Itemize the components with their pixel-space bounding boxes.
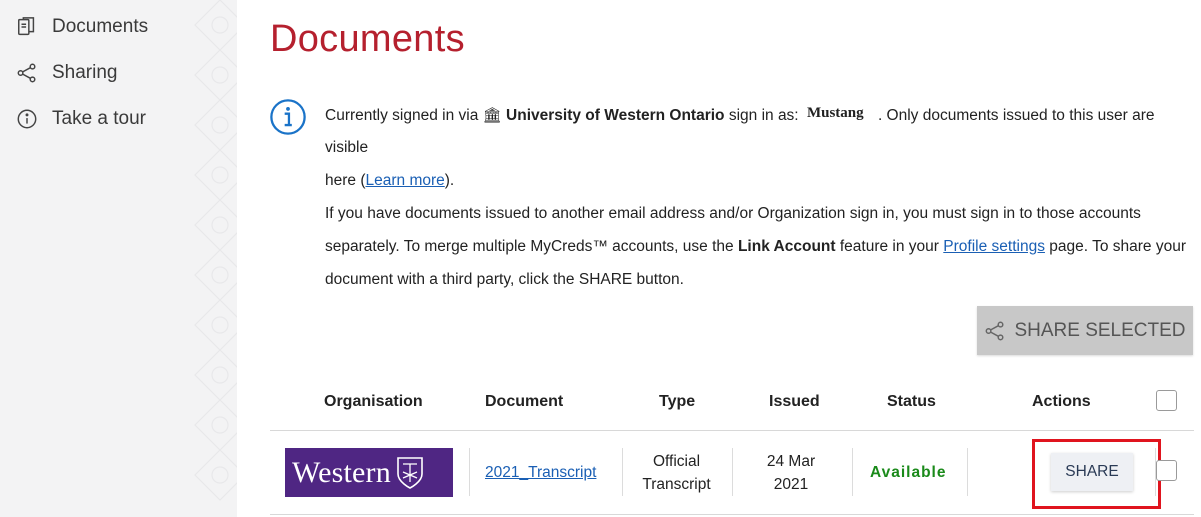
info-text: Currently signed in via [325, 107, 479, 124]
sidebar-item-documents[interactable]: Documents [16, 16, 148, 38]
username: Mustang [806, 105, 864, 121]
sidebar-item-label: Sharing [52, 62, 118, 83]
learn-more-link[interactable]: Learn more [366, 172, 445, 189]
share-button[interactable]: SHARE [1051, 453, 1133, 491]
column-header-document: Document [485, 393, 564, 410]
column-header-issued: Issued [769, 393, 820, 410]
info-text: ). [444, 172, 455, 189]
row-divider [270, 514, 1194, 515]
share-icon [986, 321, 1004, 340]
share-selected-label: SHARE SELECTED [1014, 319, 1186, 341]
document-link[interactable]: 2021_Transcript [485, 464, 596, 481]
column-divider [622, 448, 623, 496]
info-text: separately. To merge multiple MyCreds™ a… [325, 238, 734, 255]
column-divider [967, 448, 968, 496]
status-cell: Available [870, 461, 947, 484]
sidebar-item-sharing[interactable]: Sharing [16, 62, 118, 84]
issued-text: 24 Mar [766, 453, 816, 470]
share-selected-button[interactable]: SHARE SELECTED [977, 306, 1193, 355]
info-text: page. To share your [1049, 238, 1186, 255]
info-text: feature in your [839, 238, 939, 255]
share-icon [17, 63, 36, 83]
column-header-type: Type [659, 393, 696, 410]
column-header-status: Status [887, 393, 936, 410]
issued-text: 2021 [773, 476, 809, 493]
info-icon [17, 109, 37, 129]
institution-icon: 🏛 [482, 107, 502, 124]
type-text: Official [652, 453, 701, 470]
select-all-checkbox[interactable] [1156, 390, 1177, 411]
header-divider [270, 430, 1194, 431]
main-content: Documents Currently signed in via 🏛 Univ… [237, 0, 1201, 517]
organisation-name: University of Western Ontario [506, 107, 725, 124]
row-select-checkbox[interactable] [1156, 460, 1177, 481]
sidebar-item-label: Documents [52, 16, 149, 37]
sidebar-item-take-a-tour[interactable]: Take a tour [16, 108, 146, 130]
page-title: Documents [270, 18, 465, 60]
info-text: document with a third party, click the S… [325, 271, 684, 288]
info-text: sign in as: [728, 107, 799, 124]
sign-in-info: Currently signed in via 🏛 University of … [325, 100, 1197, 296]
info-circle-icon [270, 99, 306, 135]
crest-icon [397, 456, 423, 489]
sidebar: Documents Sharing Take a tour [0, 0, 237, 517]
link-account-text: Link Account [737, 238, 836, 255]
column-header-actions: Actions [1032, 393, 1091, 410]
column-divider [469, 448, 470, 496]
document-cell: 2021_Transcript [485, 461, 596, 484]
column-header-organisation: Organisation [324, 393, 423, 410]
western-university-logo: Western [285, 448, 453, 497]
info-text: If you have documents issued to another … [325, 205, 1141, 222]
profile-settings-link[interactable]: Profile settings [943, 238, 1045, 255]
issued-cell: 24 Mar 2021 [762, 450, 820, 496]
column-divider [852, 448, 853, 496]
logo-wordmark: Western [292, 455, 391, 489]
sidebar-item-label: Take a tour [52, 108, 146, 129]
documents-icon [18, 17, 35, 36]
type-text: Transcript [642, 476, 711, 493]
info-text: here ( [325, 172, 366, 189]
column-divider [732, 448, 733, 496]
type-cell: Official Transcript [640, 450, 713, 496]
sidebar-pattern-decoration [194, 0, 237, 501]
status-badge: Available [870, 464, 947, 481]
